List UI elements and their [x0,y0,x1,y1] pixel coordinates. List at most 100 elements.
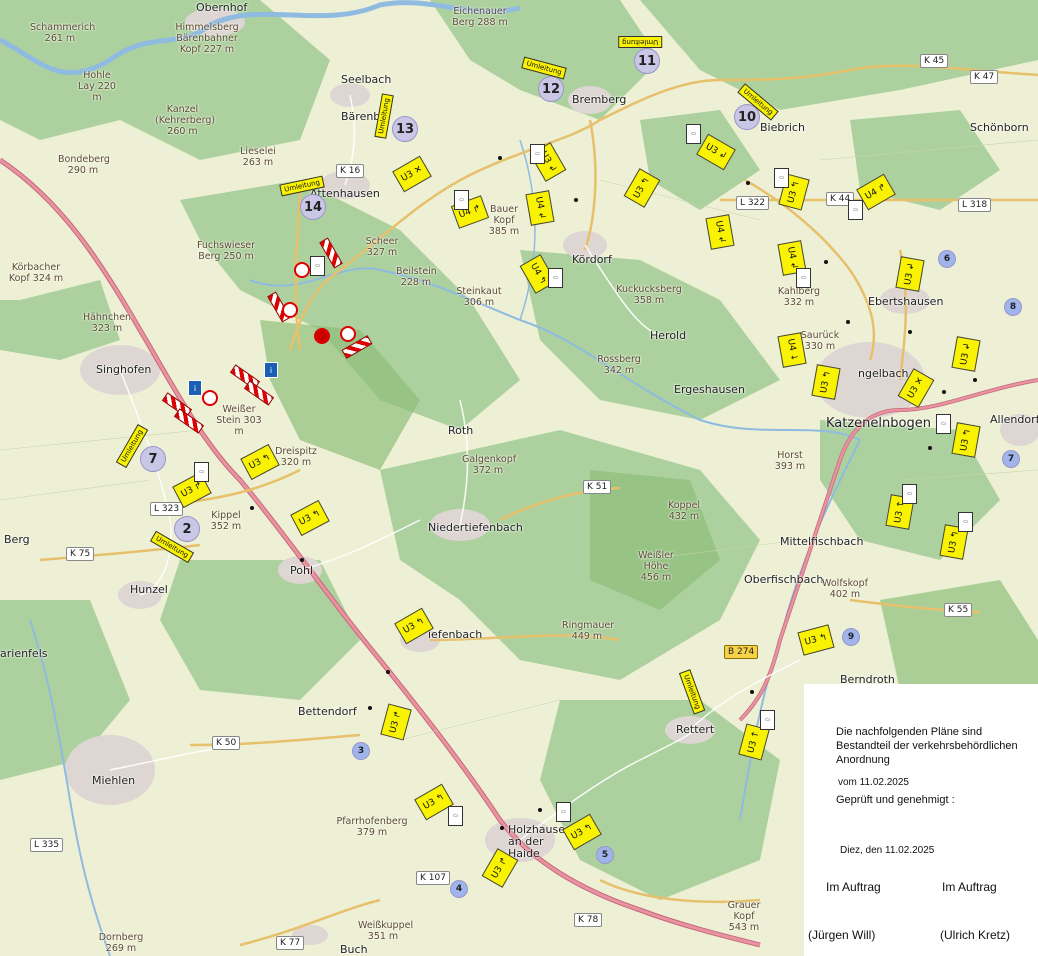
route-number-badge[interactable]: 7 [1002,450,1020,468]
road-shield: K 107 [416,871,450,885]
info-sign-icon: i [188,380,202,396]
info-plate: ▭ [936,414,951,434]
peak-label: Horst 393 m [774,450,806,472]
panel-text: Die nachfolgenden Pläne sind [836,726,983,738]
closure-point [314,328,330,344]
place-label: Katzenelnbogen [826,416,931,431]
peak-label: Fuchswieser Berg 250 m [196,240,256,262]
no-entry-sign [340,326,356,342]
place-label: ngelbach [858,367,909,380]
route-number-badge[interactable]: 2 [174,516,200,542]
no-entry-sign [294,262,310,278]
route-number-badge[interactable]: 11 [634,48,660,74]
route-number-badge[interactable]: 6 [938,250,956,268]
place-label: Bremberg [572,93,627,106]
signatory-name-right: (Ulrich Kretz) [940,928,1011,942]
place-label: Obernhof [196,1,248,14]
peak-label: Weißler Höhe 456 m [638,550,674,583]
road-shield: K 75 [66,547,95,561]
road-shield: K 50 [212,736,241,750]
road-shield: L 323 [150,502,184,516]
info-plate: ▭ [848,200,863,220]
peak-label: Schammerich 261 m [30,22,96,44]
peak-label: Himmelsberg Bärenbahner Kopf 227 m [175,22,239,55]
peak-label: Weißer Stein 303 m [216,404,262,437]
place-label: Allendorf [990,413,1038,426]
route-number-badge[interactable]: 9 [842,628,860,646]
panel-text: Bestandteil der verkehrsbehördlichen [836,740,1018,752]
place-label: arienfels [0,647,48,660]
info-plate: ▭ [548,268,563,288]
peak-label: Grauer Kopf 543 m [727,900,761,933]
place-label: Bärenb [341,110,381,123]
road-shield: K 78 [574,913,603,927]
peak-label: Dornberg 269 m [98,932,144,954]
place-label: Ergeshausen [674,383,745,396]
route-number-badge[interactable]: 8 [1004,298,1022,316]
panel-text: Anordnung [836,754,890,766]
road-shield: K 55 [944,603,973,617]
peak-label: Rossberg 342 m [597,354,641,376]
info-plate: ▭ [686,124,701,144]
peak-label: Kuckucksberg 358 m [616,284,682,306]
no-entry-sign [202,390,218,406]
route-number-badge[interactable]: 14 [300,194,326,220]
route-number-badge[interactable]: 13 [392,116,418,142]
info-plate: ▭ [194,462,209,482]
route-number-badge[interactable]: 12 [538,76,564,102]
road-shield: K 47 [970,70,999,84]
info-plate: ▭ [454,190,469,210]
place-label: Kördorf [572,253,612,266]
info-plate: ▭ [556,802,571,822]
info-plate: ▭ [796,268,811,288]
peak-label: Ringmauer 449 m [562,620,615,642]
road-shield: K 16 [336,164,365,178]
info-plate: ▭ [902,484,917,504]
info-plate: ▭ [760,710,775,730]
approval-panel: Die nachfolgenden Pläne sind Bestandteil… [804,684,1038,956]
info-plate: ▭ [448,806,463,826]
road-shield: L 318 [958,198,992,212]
peak-label: Saurück 330 m [800,330,840,352]
no-entry-sign [282,302,298,318]
road-shield: K 77 [276,936,305,950]
place-label: Ebertshausen [868,295,944,308]
peak-label: Pfarrhofenberg 379 m [336,816,408,838]
road-shield: L 335 [30,838,64,852]
peak-label: Hohle Lay 220 m [78,70,116,103]
place-label: Herold [650,329,687,342]
peak-label: Kippel 352 m [210,510,242,532]
signatory-name-left: (Jürgen Will) [808,928,876,942]
place-label: Roth [448,424,474,437]
peak-label: Bauer Kopf 385 m [488,204,520,237]
place-label: Seelbach [341,73,392,86]
route-number-badge[interactable]: 5 [596,846,614,864]
road-shield: L 322 [736,196,770,210]
place-label: iefenbach [428,628,483,641]
road-shield: B 274 [724,645,759,659]
signatory-role-right: Im Auftrag [942,880,997,894]
peak-label: Galgenkopf 372 m [462,454,517,476]
peak-label: Steinkaut 306 m [456,286,502,308]
peak-label: Körbacher Kopf 324 m [8,262,64,284]
info-plate: ▭ [958,512,973,532]
place-date: Diez, den 11.02.2025 [840,845,935,856]
info-sign-icon: i [264,362,278,378]
peak-label: Weißkuppel 351 m [358,920,414,942]
place-label: Oberfischbach [744,573,824,586]
route-number-badge[interactable]: 4 [450,880,468,898]
route-number-badge[interactable]: 3 [352,742,370,760]
place-label: Miehlen [92,774,136,787]
place-label: Berg [4,533,30,546]
peak-label: Hähnchen 323 m [82,312,132,334]
peak-label: Lieselei 263 m [240,146,276,168]
route-number-badge[interactable]: 7 [140,446,166,472]
place-label: Biebrich [760,121,805,134]
peak-label: Scheer 327 m [365,236,399,258]
place-label: Mittelfischbach [780,535,864,548]
road-shield: K 51 [583,480,612,494]
place-label: Buch [340,943,368,956]
place-label: Hunzel [130,583,168,596]
place-label: Niedertiefenbach [428,521,523,534]
place-label: Singhofen [96,363,152,376]
